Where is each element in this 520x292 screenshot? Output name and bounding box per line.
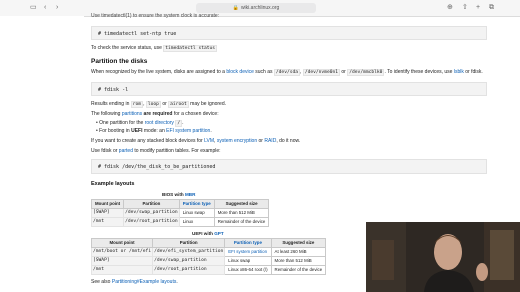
table-row: [SWAP] /dev/swap_partition Linux swap Mo… — [90, 208, 270, 218]
cut-text: Use timedatectl(1) to ensure the system … — [91, 13, 220, 19]
sidebar-toggle-icon[interactable]: ▭ — [30, 3, 37, 12]
webcam-overlay — [366, 222, 520, 292]
following-text: The following partitions are required fo… — [91, 111, 219, 117]
table-row: /mnt /dev/root_partition Linux x86-64 ro… — [90, 265, 327, 275]
lsblk-link[interactable]: lsblk — [454, 69, 464, 75]
table-row: [SWAP] /dev/swap_partition Linux swap Mo… — [90, 256, 327, 266]
uefi-layout-table: Mount point Partition Partition type Sug… — [90, 238, 327, 275]
code-ntp: # timedatectl set-ntp true — [91, 26, 487, 40]
results-text: Results ending in rom, loop or airoot ma… — [91, 101, 227, 108]
mbr-link[interactable]: MBR — [185, 192, 195, 197]
partition-type-header-link[interactable]: Partition type — [224, 238, 272, 248]
column-header: Suggested size — [213, 199, 270, 209]
raid-link[interactable]: RAID — [264, 138, 276, 144]
column-header: Mount point — [90, 199, 125, 209]
download-icon[interactable]: ⊕ — [447, 3, 453, 12]
root-directory-link[interactable]: root directory — [145, 120, 174, 126]
column-header: Partition — [152, 238, 226, 248]
address-bar[interactable]: 🔒 wiki.archlinux.org — [196, 3, 316, 13]
partitions-link[interactable]: partitions — [122, 111, 142, 117]
list-item: • For booting in UEFI mode: an EFI syste… — [96, 128, 212, 134]
recognized-text: When recognized by the live system, disk… — [91, 69, 483, 76]
stacked-devices-text: If you want to create any stacked block … — [91, 138, 301, 144]
code-fdisk-list: # fdisk -l — [91, 82, 487, 96]
list-item: • One partition for the root directory /… — [96, 120, 184, 127]
example-layouts-heading: Example layouts — [91, 181, 135, 187]
bios-layout-table: Mount point Partition Partition type Sug… — [90, 199, 270, 227]
uefi-table-caption: UEFI with GPT — [192, 231, 224, 236]
browser-toolbar: ▭ ‹ › 🔒 wiki.archlinux.org ⊕ ⇧ + ⧉ — [0, 0, 520, 17]
use-fdisk-text: Use fdisk or parted to modify partition … — [91, 148, 221, 154]
partitioning-example-link[interactable]: Partitioning#Example layouts — [112, 279, 176, 285]
column-header: Partition — [123, 199, 180, 209]
gpt-link[interactable]: GPT — [214, 231, 223, 236]
presenter-image — [366, 222, 520, 292]
column-header: Suggested size — [270, 238, 327, 248]
left-margin — [0, 16, 84, 292]
back-icon[interactable]: ‹ — [44, 3, 46, 12]
tabs-overview-icon[interactable]: ⧉ — [489, 3, 494, 12]
see-also-text: See also Partitioning#Example layouts. — [91, 279, 178, 285]
table-row: /mnt /dev/root_partition Linux Remainder… — [90, 217, 270, 227]
lock-icon: 🔒 — [232, 5, 239, 11]
new-tab-icon[interactable]: + — [476, 3, 480, 12]
system-encryption-link[interactable]: system encryption — [217, 138, 257, 144]
forward-icon[interactable]: › — [56, 3, 58, 12]
check-status-text: To check the service status, use timedat… — [91, 45, 218, 52]
parted-link[interactable]: parted — [119, 148, 133, 154]
bios-table-caption: BIOS with MBR — [162, 192, 196, 197]
url-text: wiki.archlinux.org — [240, 5, 280, 11]
table-row: /mnt/boot or /mnt/efi /dev/efi_system_pa… — [90, 247, 327, 257]
code-fdisk-dev: # fdisk /dev/the_disk_to_be_partitioned — [91, 159, 487, 174]
partition-type-header-link[interactable]: Partition type — [178, 199, 215, 209]
block-device-link[interactable]: block device — [226, 69, 254, 75]
column-header: Mount point — [90, 238, 154, 248]
share-icon[interactable]: ⇧ — [462, 3, 468, 12]
lvm-link[interactable]: LVM — [204, 138, 214, 144]
heading-partition: Partition the disks — [91, 58, 148, 65]
efi-system-partition-link[interactable]: EFI system partition — [166, 128, 210, 134]
